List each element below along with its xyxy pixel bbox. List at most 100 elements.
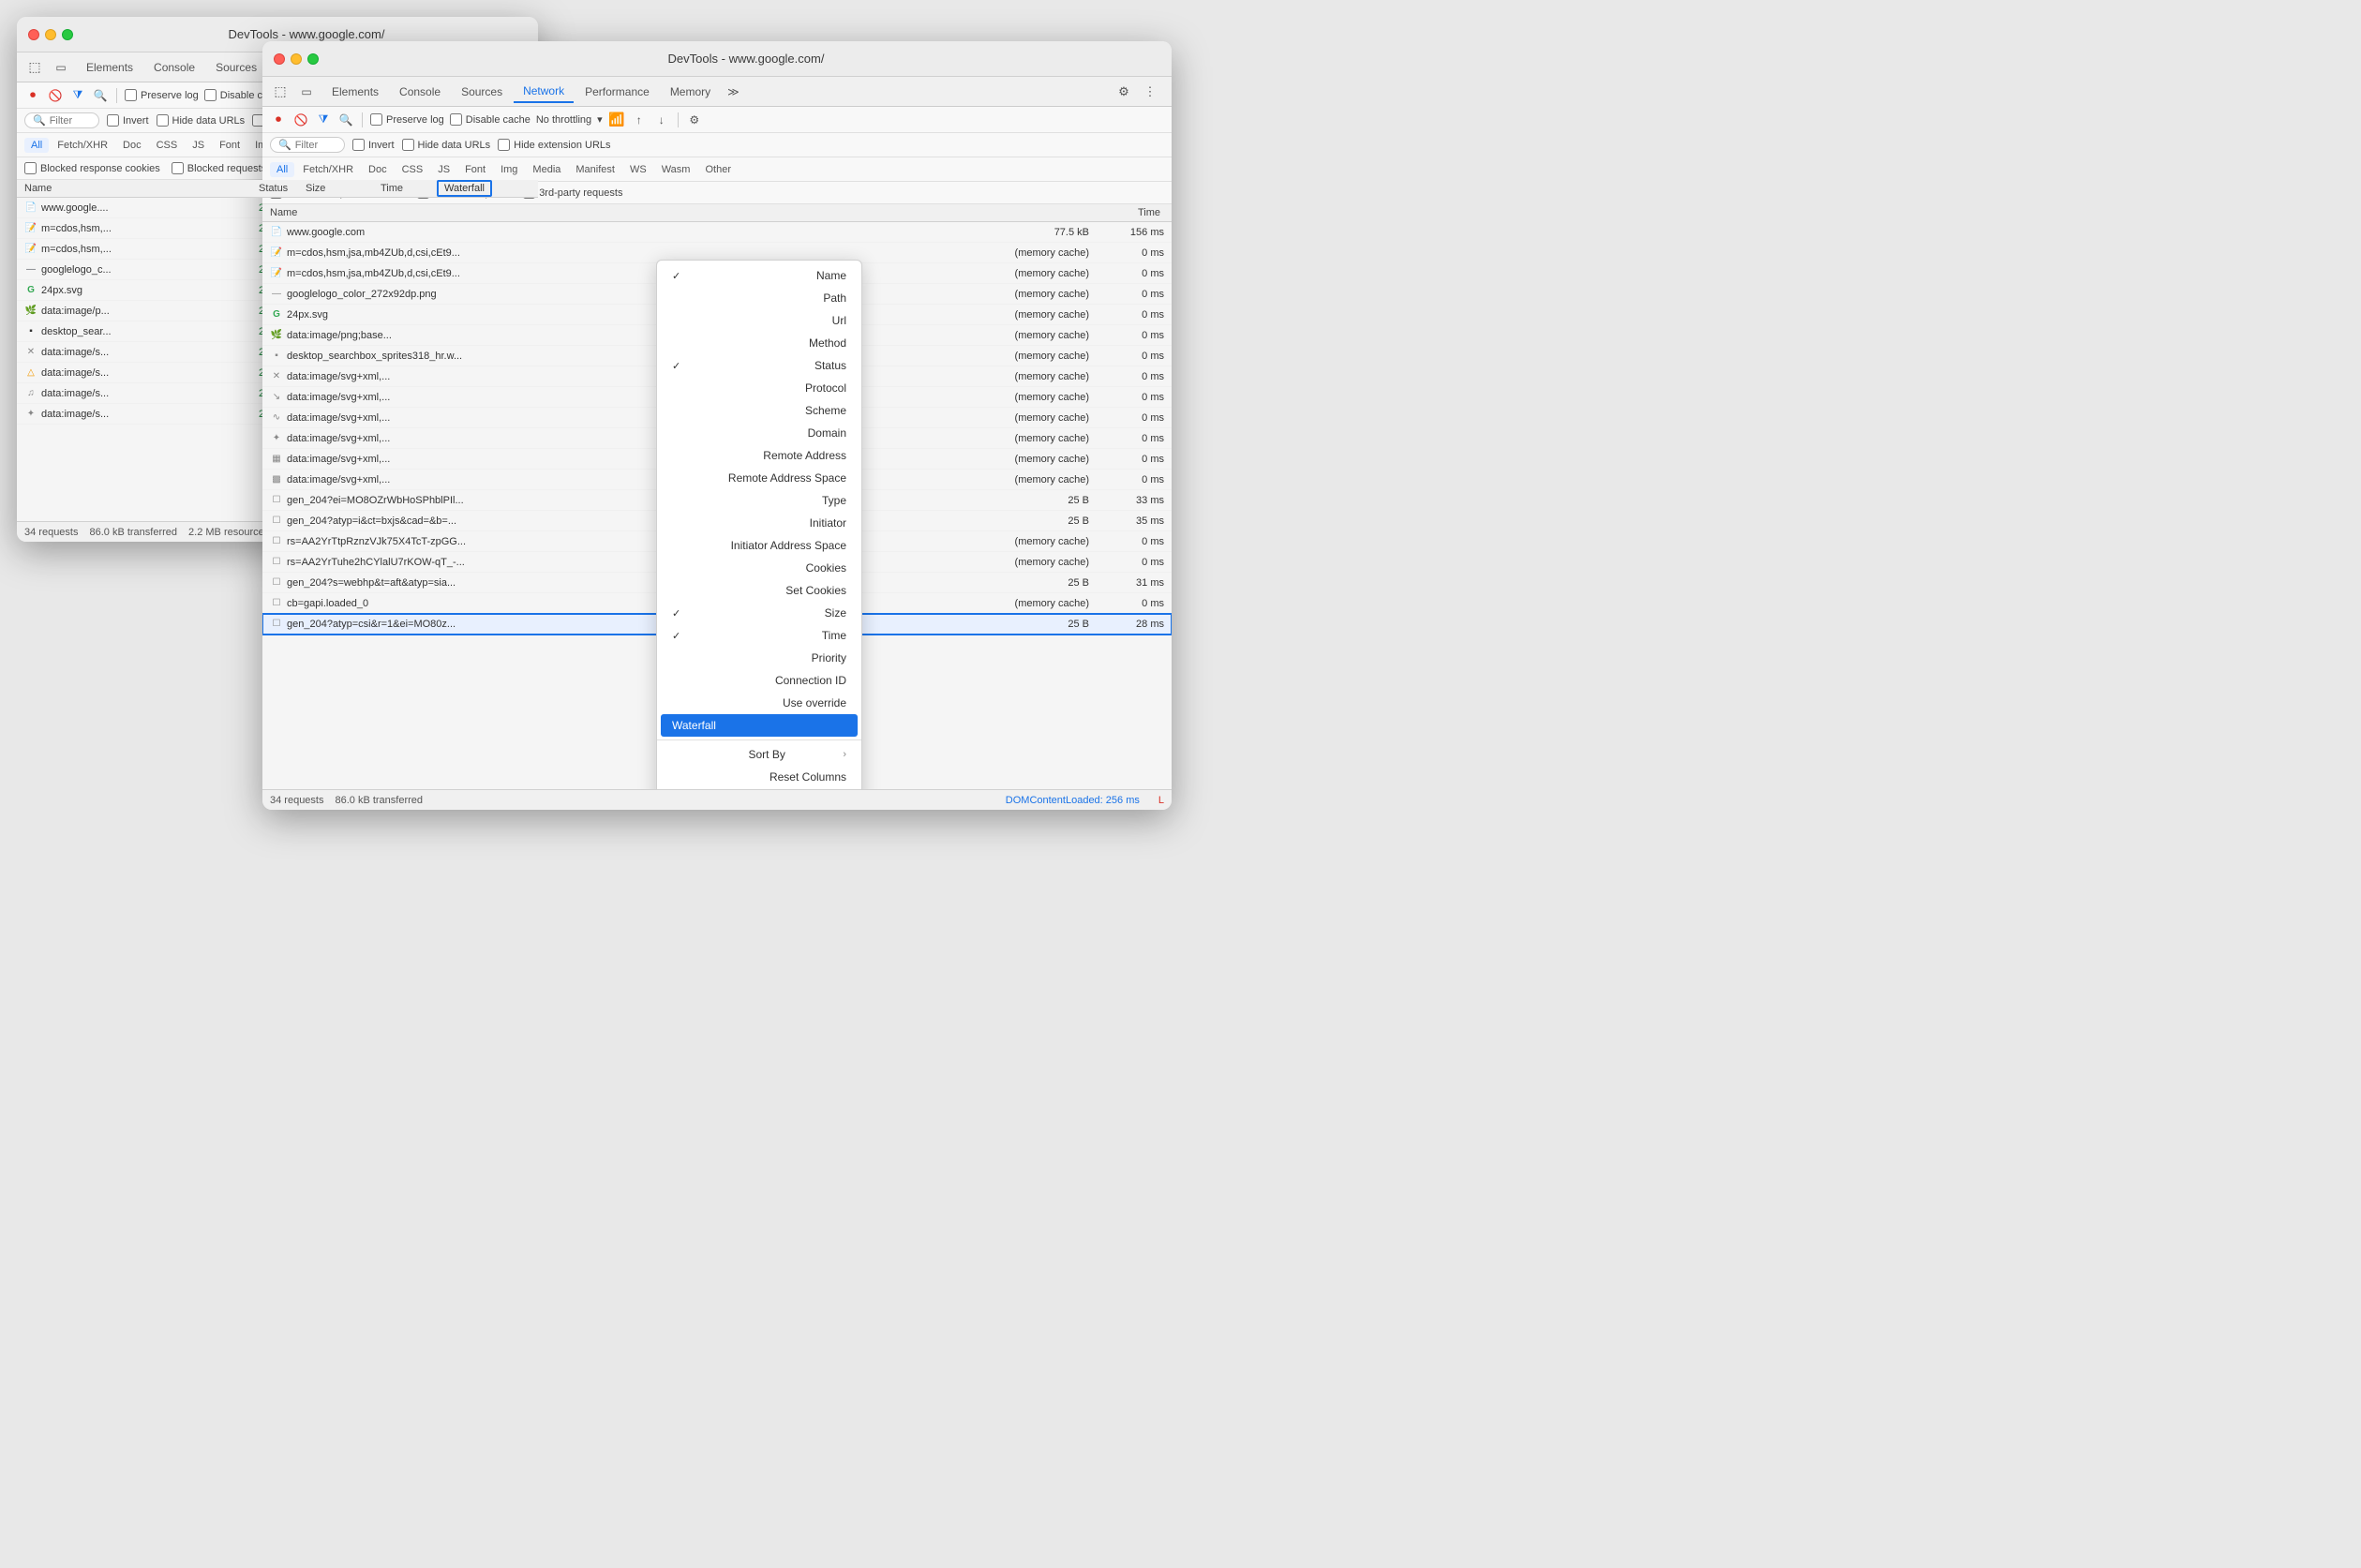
clear-button-2[interactable]: 🚫 <box>292 112 309 128</box>
more-icon-2[interactable]: ⋮ <box>1140 82 1160 102</box>
ctx-use-override[interactable]: Use override <box>657 692 861 714</box>
ctx-waterfall-highlighted[interactable]: Waterfall <box>661 714 858 737</box>
col-name-header-1[interactable]: Name <box>24 183 259 194</box>
tab-console-1[interactable]: Console <box>144 57 204 78</box>
record-button-1[interactable]: ⏺ <box>24 87 41 104</box>
minimize-button-1[interactable] <box>45 29 56 40</box>
type-font-2[interactable]: Font <box>458 162 492 177</box>
type-css-1[interactable]: CSS <box>150 138 185 153</box>
tab-console-2[interactable]: Console <box>390 82 450 102</box>
col-status-header-1[interactable]: Status <box>259 183 306 194</box>
ctx-reset-columns[interactable]: Reset Columns <box>657 766 861 788</box>
ctx-method[interactable]: Method <box>657 332 861 354</box>
type-all-1[interactable]: All <box>24 138 49 153</box>
disable-cache-input-1[interactable] <box>204 89 217 101</box>
ctx-url[interactable]: Url <box>657 309 861 332</box>
type-js-2[interactable]: JS <box>431 162 456 177</box>
type-fetch-1[interactable]: Fetch/XHR <box>51 138 114 153</box>
col-time-header-1[interactable]: Time <box>381 183 437 194</box>
col-waterfall-header-1[interactable]: Waterfall <box>437 183 530 194</box>
tab-memory-2[interactable]: Memory <box>661 82 720 102</box>
ctx-protocol[interactable]: Protocol <box>657 377 861 399</box>
invert-checkbox-2[interactable]: Invert <box>352 139 395 151</box>
ctx-priority[interactable]: Priority <box>657 647 861 669</box>
throttle-select-2[interactable]: No throttling ▾ <box>536 113 603 126</box>
type-other-2[interactable]: Other <box>698 162 738 177</box>
blocked-response-cb-1[interactable]: Blocked response cookies <box>24 162 160 174</box>
download-icon[interactable]: ↓ <box>653 112 670 128</box>
tab-more-2[interactable]: ≫ <box>722 82 745 102</box>
type-wasm-2[interactable]: Wasm <box>655 162 697 177</box>
preserve-log-checkbox-2[interactable]: Preserve log <box>370 113 444 126</box>
type-doc-2[interactable]: Doc <box>362 162 394 177</box>
type-doc-1[interactable]: Doc <box>116 138 148 153</box>
ctx-remote-address[interactable]: Remote Address <box>657 444 861 467</box>
ctx-domain[interactable]: Domain <box>657 422 861 444</box>
tab-sources-2[interactable]: Sources <box>452 82 512 102</box>
close-button-2[interactable] <box>274 53 285 65</box>
third-party-cb-2[interactable]: 3rd-party requests <box>523 187 622 199</box>
tab-elements-2[interactable]: Elements <box>322 82 388 102</box>
type-fetch-2[interactable]: Fetch/XHR <box>296 162 360 177</box>
gear-icon[interactable]: ⚙ <box>686 112 703 128</box>
hide-ext-urls-2[interactable]: Hide extension URLs <box>498 139 610 151</box>
cursor-icon[interactable]: ⬚ <box>24 57 45 78</box>
type-media-2[interactable]: Media <box>526 162 567 177</box>
filter-input-1[interactable]: 🔍 Filter <box>24 112 99 128</box>
disable-cache-input-2[interactable] <box>450 113 462 126</box>
devtools-window-2[interactable]: DevTools - www.google.com/ ⬚ ▭ Elements … <box>262 41 1172 810</box>
table-row[interactable]: 📄 www.google.com 77.5 kB 156 ms <box>262 222 1172 243</box>
maximize-button-1[interactable] <box>62 29 73 40</box>
ctx-set-cookies[interactable]: Set Cookies <box>657 579 861 602</box>
filter-icon-1[interactable]: ⧩ <box>69 87 86 104</box>
preserve-log-input-2[interactable] <box>370 113 382 126</box>
ctx-size[interactable]: Size <box>657 602 861 624</box>
type-js-1[interactable]: JS <box>186 138 211 153</box>
traffic-lights-1[interactable] <box>28 29 73 40</box>
blocked-requests-cb-1[interactable]: Blocked requests <box>172 162 266 174</box>
type-css-2[interactable]: CSS <box>396 162 430 177</box>
col-time-header-2[interactable]: Time <box>1085 207 1160 218</box>
col-name-header-2[interactable]: Name <box>270 207 973 218</box>
ctx-type[interactable]: Type <box>657 489 861 512</box>
tab-elements-1[interactable]: Elements <box>77 57 142 78</box>
tab-performance-2[interactable]: Performance <box>575 82 659 102</box>
ctx-remote-address-space[interactable]: Remote Address Space <box>657 467 861 489</box>
wifi-icon[interactable]: 📶 <box>608 112 625 128</box>
ctx-connection-id[interactable]: Connection ID <box>657 669 861 692</box>
tab-network-2[interactable]: Network <box>514 81 574 103</box>
filter-input-2[interactable]: 🔍 Filter <box>270 137 345 153</box>
ctx-initiator[interactable]: Initiator <box>657 512 861 534</box>
preserve-log-checkbox-1[interactable]: Preserve log <box>125 89 199 101</box>
device-icon-2[interactable]: ▭ <box>296 82 317 102</box>
col-size-header-1[interactable]: Size <box>306 183 381 194</box>
filter-icon-2[interactable]: ⧩ <box>315 112 332 128</box>
preserve-log-input-1[interactable] <box>125 89 137 101</box>
type-manifest-2[interactable]: Manifest <box>569 162 621 177</box>
cursor-icon-2[interactable]: ⬚ <box>270 82 291 102</box>
ctx-scheme[interactable]: Scheme <box>657 399 861 422</box>
minimize-button-2[interactable] <box>291 53 302 65</box>
invert-input-1[interactable] <box>107 114 119 127</box>
traffic-lights-2[interactable] <box>274 53 319 65</box>
ctx-name[interactable]: Name <box>657 264 861 287</box>
search-icon-1[interactable]: 🔍 <box>92 87 109 104</box>
upload-icon[interactable]: ↑ <box>631 112 648 128</box>
ctx-time[interactable]: Time <box>657 624 861 647</box>
hide-data-urls-2[interactable]: Hide data URLs <box>402 139 491 151</box>
ctx-status[interactable]: Status <box>657 354 861 377</box>
record-button-2[interactable]: ⏺ <box>270 112 287 128</box>
maximize-button-2[interactable] <box>307 53 319 65</box>
settings-icon-2[interactable]: ⚙ <box>1113 82 1134 102</box>
type-ws-2[interactable]: WS <box>623 162 653 177</box>
search-icon-2[interactable]: 🔍 <box>337 112 354 128</box>
ctx-cookies[interactable]: Cookies <box>657 557 861 579</box>
type-img-2[interactable]: Img <box>494 162 524 177</box>
type-font-1[interactable]: Font <box>213 138 247 153</box>
invert-checkbox-1[interactable]: Invert <box>107 114 149 127</box>
disable-cache-checkbox-2[interactable]: Disable cache <box>450 113 530 126</box>
device-icon[interactable]: ▭ <box>51 57 71 78</box>
tab-sources-1[interactable]: Sources <box>206 57 266 78</box>
close-button-1[interactable] <box>28 29 39 40</box>
ctx-initiator-address-space[interactable]: Initiator Address Space <box>657 534 861 557</box>
